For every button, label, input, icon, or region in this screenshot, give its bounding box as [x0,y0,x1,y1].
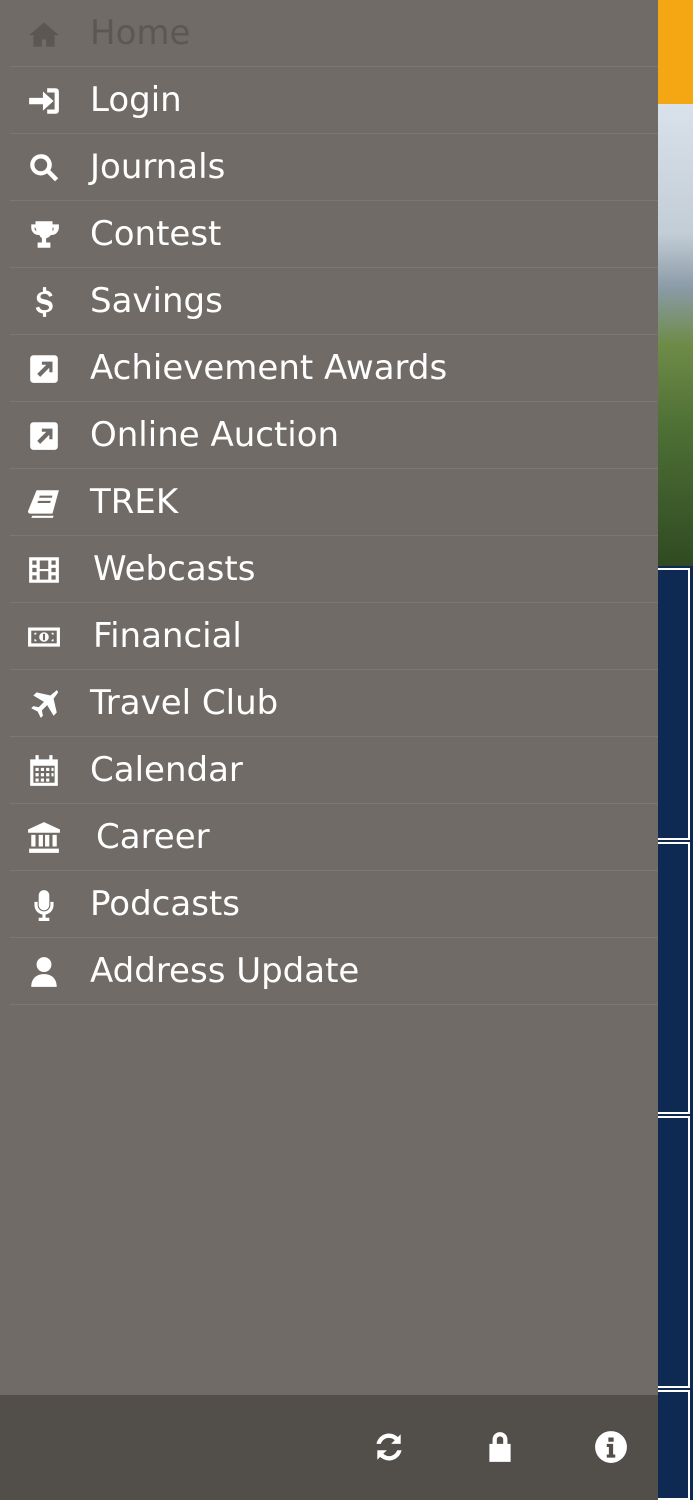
side-menu-drawer: Home Login Journals Contest Savings Achi… [0,0,658,1500]
menu-item-label: Contest [90,214,222,254]
menu-item-login[interactable]: Login [10,67,658,134]
menu-item-label: TREK [90,482,179,522]
drawer-footer-toolbar [0,1395,658,1500]
menu-item-label: Financial [93,616,242,656]
menu-item-achievement-awards[interactable]: Achievement Awards [10,335,658,402]
menu-item-label: Home [90,13,191,53]
refresh-icon [376,1433,402,1461]
menu-item-online-auction[interactable]: Online Auction [10,402,658,469]
lock-button[interactable] [474,1421,526,1473]
menu-item-contest[interactable]: Contest [10,201,658,268]
menu-item-financial[interactable]: Financial [10,603,658,670]
menu-item-label: Travel Club [90,683,279,723]
hero-image [658,104,693,566]
menu-item-podcasts[interactable]: Podcasts [10,871,658,938]
header-accent-bar [658,0,693,104]
menu-item-label: Address Update [90,951,360,991]
film-icon [27,553,61,587]
content-card[interactable] [658,568,690,840]
user-icon [27,955,61,989]
sign-in-icon [27,84,61,118]
menu-item-label: Webcasts [93,549,256,589]
menu-item-label: Online Auction [90,415,340,455]
menu-item-label: Career [96,817,210,857]
bank-icon [27,821,61,855]
microphone-icon [27,888,61,922]
menu-item-label: Journals [90,147,226,187]
menu-item-label: Calendar [90,750,243,790]
info-button[interactable] [585,1421,637,1473]
refresh-button[interactable] [363,1421,415,1473]
content-card[interactable] [658,1390,690,1500]
menu-item-career[interactable]: Career [10,804,658,871]
menu-item-home[interactable]: Home [10,0,658,67]
home-icon [27,17,61,51]
search-icon [27,151,61,185]
info-icon [595,1431,627,1463]
trophy-icon [27,218,61,252]
content-card[interactable] [658,842,690,1114]
menu-item-label: Login [90,80,182,120]
menu-item-address-update[interactable]: Address Update [10,938,658,1005]
external-link-square-icon [27,352,61,386]
menu-item-savings[interactable]: Savings [10,268,658,335]
menu-item-calendar[interactable]: Calendar [10,737,658,804]
content-card[interactable] [658,1116,690,1388]
menu-item-webcasts[interactable]: Webcasts [10,536,658,603]
menu-item-trek[interactable]: TREK [10,469,658,536]
external-link-square-icon [27,419,61,453]
menu-item-label: Achievement Awards [90,348,448,388]
dollar-icon [27,285,61,319]
menu-item-travel-club[interactable]: Travel Club [10,670,658,737]
lock-icon [489,1432,511,1462]
book-icon [27,486,61,520]
money-icon [27,620,61,654]
calendar-icon [27,754,61,788]
menu-item-label: Savings [90,281,223,321]
plane-icon [27,687,61,721]
background-app-peek [658,0,693,1500]
menu-item-label: Podcasts [90,884,240,924]
menu-item-journals[interactable]: Journals [10,134,658,201]
menu-list: Home Login Journals Contest Savings Achi… [0,0,658,1005]
